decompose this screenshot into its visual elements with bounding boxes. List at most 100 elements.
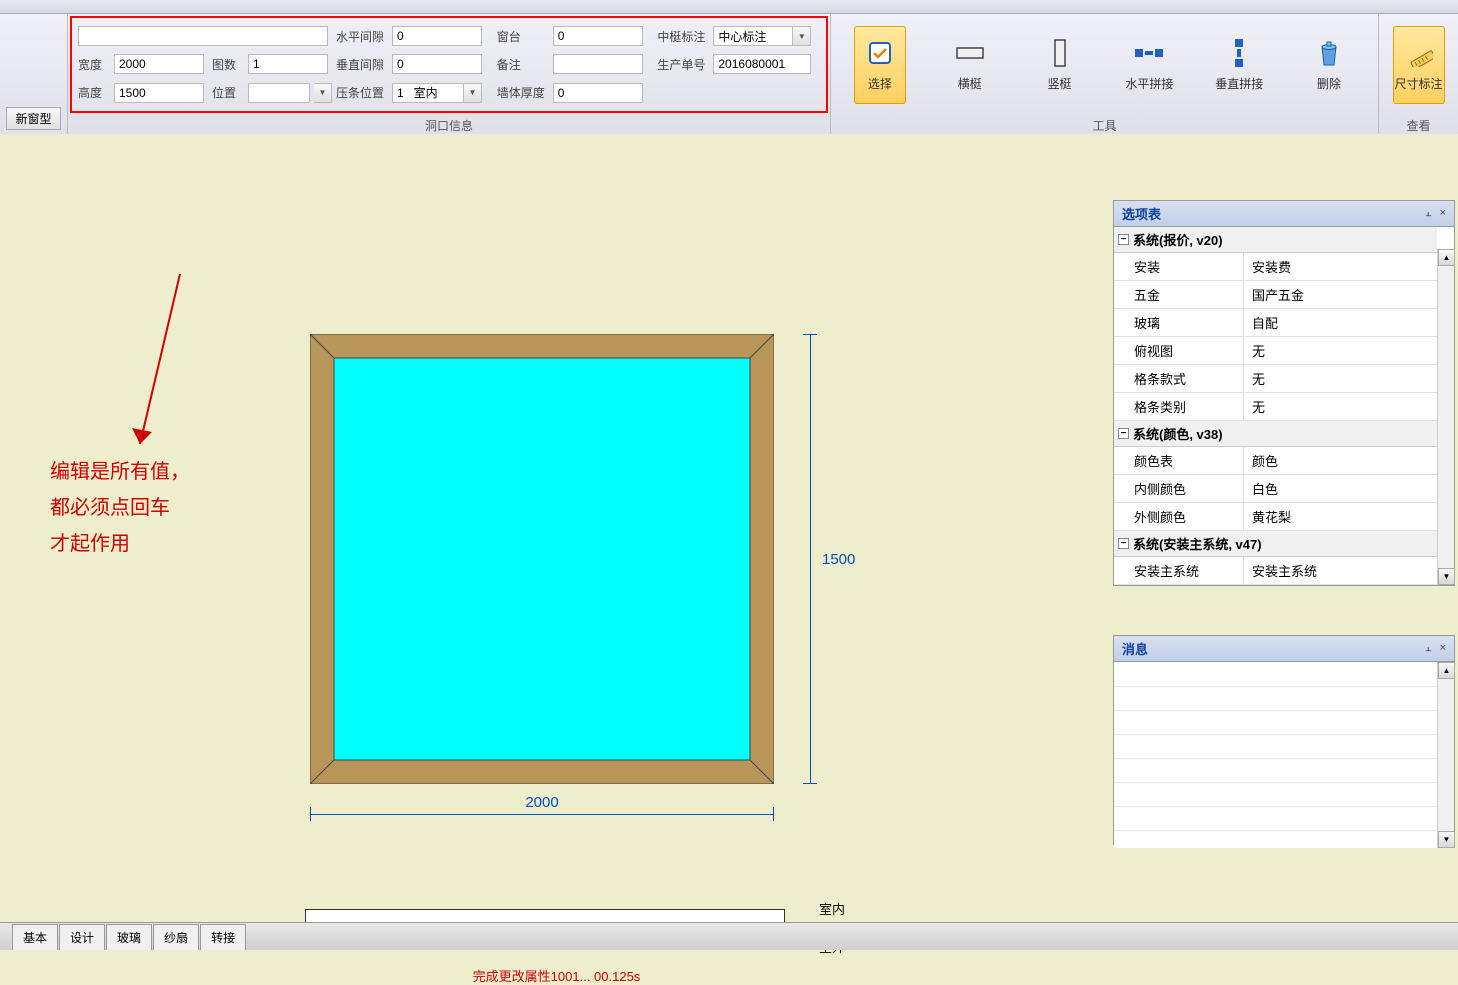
position-label: 位置: [212, 84, 244, 101]
ribbon: 新窗型 宽度 图数 高度: [0, 14, 1458, 134]
prop-row[interactable]: 安装安装费: [1114, 253, 1437, 281]
width-label: 宽度: [78, 56, 110, 73]
remark-input[interactable]: [553, 54, 643, 74]
prop-val[interactable]: 国产五金: [1244, 281, 1437, 308]
prop-val[interactable]: 无: [1244, 393, 1437, 420]
status-message: 完成更改属性1001... 00.125s: [0, 966, 1113, 985]
prop-key: 玻璃: [1114, 309, 1244, 336]
prop-val[interactable]: 颜色: [1244, 447, 1437, 474]
prop-val[interactable]: 安装费: [1244, 253, 1437, 280]
pin-icon[interactable]: ⫠: [1425, 642, 1432, 655]
select-tool-button[interactable]: 选择: [854, 26, 906, 104]
prop-row[interactable]: 安装主系统安装主系统: [1114, 557, 1437, 585]
prop-row[interactable]: 格条款式无: [1114, 365, 1437, 393]
tab-design[interactable]: 设计: [59, 924, 105, 950]
scroll-down-icon[interactable]: ▼: [1438, 831, 1455, 848]
h-join-button[interactable]: 水平拼接: [1123, 26, 1175, 104]
prop-val[interactable]: 黄花梨: [1244, 503, 1437, 530]
close-icon[interactable]: ×: [1440, 642, 1446, 655]
prop-row[interactable]: 颜色表颜色: [1114, 447, 1437, 475]
height-dim-value: 1500: [822, 551, 855, 568]
view-group: 尺寸标注 查看: [1378, 14, 1458, 134]
prop-val[interactable]: 白色: [1244, 475, 1437, 502]
prop-key: 内侧颜色: [1114, 475, 1244, 502]
dim-label-text: 尺寸标注: [1394, 75, 1442, 92]
remark-label: 备注: [497, 56, 553, 73]
prop-val[interactable]: 无: [1244, 365, 1437, 392]
prop-row[interactable]: 格条类别无: [1114, 393, 1437, 421]
width-input[interactable]: [114, 54, 204, 74]
vgap-label: 垂直间隙: [336, 56, 392, 73]
select-icon: [864, 37, 896, 69]
prop-val[interactable]: 安装主系统: [1244, 557, 1437, 584]
tab-basic[interactable]: 基本: [12, 924, 58, 950]
h-mullion-icon: [954, 37, 986, 69]
tools-group-label: 工具: [831, 115, 1378, 134]
scroll-down-icon[interactable]: ▼: [1438, 568, 1455, 585]
options-scrollbar[interactable]: ▲ ▼: [1437, 249, 1454, 585]
hgap-input[interactable]: [392, 26, 482, 46]
count-input[interactable]: [248, 54, 328, 74]
options-panel: 选项表 ⫠ × − 系统(报价, v20) 安装安装费五金国产五金玻璃自配俯视图…: [1113, 200, 1455, 586]
height-label: 高度: [78, 84, 110, 101]
tools-group: 选择 横梃 竖梃 水平拼接: [830, 14, 1378, 134]
h-join-icon: [1133, 37, 1165, 69]
scroll-up-icon[interactable]: ▲: [1438, 662, 1455, 679]
height-input[interactable]: [114, 83, 204, 103]
prop-group-color[interactable]: − 系统(颜色, v38): [1114, 421, 1437, 447]
scroll-up-icon[interactable]: ▲: [1438, 249, 1455, 266]
hole-info-wrapper: 宽度 图数 高度 位置 ▼ 水平间: [68, 14, 830, 134]
v-join-button[interactable]: 垂直拼接: [1213, 26, 1265, 104]
close-icon[interactable]: ×: [1440, 207, 1446, 220]
select-tool-label: 选择: [868, 75, 892, 92]
prop-row[interactable]: 俯视图无: [1114, 337, 1437, 365]
tab-corner[interactable]: 转接: [200, 924, 246, 950]
prop-val[interactable]: 无: [1244, 337, 1437, 364]
prop-row[interactable]: 外侧颜色黄花梨: [1114, 503, 1437, 531]
height-dimension: 1500: [790, 334, 870, 784]
collapse-icon[interactable]: −: [1118, 234, 1129, 245]
h-mullion-button[interactable]: 横梃: [944, 26, 996, 104]
prop-row[interactable]: 玻璃自配: [1114, 309, 1437, 337]
centermark-input[interactable]: [713, 26, 793, 46]
beadpos-label: 压条位置: [336, 84, 392, 101]
centermark-dropdown-icon[interactable]: ▼: [793, 26, 811, 46]
tab-glass[interactable]: 玻璃: [106, 924, 152, 950]
tab-sash[interactable]: 纱扇: [153, 924, 199, 950]
position-input[interactable]: [248, 83, 310, 103]
messages-body: ▲ ▼: [1114, 662, 1454, 848]
view-group-label: 查看: [1379, 115, 1458, 134]
prop-val[interactable]: 自配: [1244, 309, 1437, 336]
position-dropdown-icon[interactable]: ▼: [314, 83, 332, 103]
vgap-input[interactable]: [392, 54, 482, 74]
trash-icon: [1313, 37, 1345, 69]
collapse-icon[interactable]: −: [1118, 428, 1129, 439]
new-window-group: 新窗型: [0, 14, 68, 134]
hole-info-group-label: 洞口信息: [68, 115, 830, 134]
prop-row[interactable]: 内侧颜色白色: [1114, 475, 1437, 503]
prop-group-quote[interactable]: − 系统(报价, v20): [1114, 227, 1437, 253]
prodorder-label: 生产单号: [657, 56, 713, 73]
collapse-icon[interactable]: −: [1118, 538, 1129, 549]
messages-scrollbar[interactable]: ▲ ▼: [1437, 662, 1454, 848]
prop-group-install[interactable]: − 系统(安装主系统, v47): [1114, 531, 1437, 557]
dimension-label-button[interactable]: 尺寸标注: [1393, 26, 1445, 104]
centermark-label: 中梃标注: [657, 28, 713, 45]
top-blank-input[interactable]: [78, 26, 328, 46]
prop-row[interactable]: 五金国产五金: [1114, 281, 1437, 309]
window-drawing[interactable]: [310, 334, 774, 784]
beadpos-dropdown-icon[interactable]: ▼: [464, 83, 482, 103]
delete-button[interactable]: 删除: [1303, 26, 1355, 104]
beadpos-input[interactable]: [392, 83, 464, 103]
prop-key: 格条款式: [1114, 365, 1244, 392]
sill-label: 窗台: [497, 28, 553, 45]
new-window-button[interactable]: 新窗型: [6, 107, 60, 130]
prodorder-input[interactable]: [713, 54, 811, 74]
h-mullion-label: 横梃: [958, 75, 982, 92]
count-label: 图数: [212, 56, 244, 73]
pin-icon[interactable]: ⫠: [1425, 207, 1432, 220]
wallthick-input[interactable]: [553, 83, 643, 103]
v-mullion-button[interactable]: 竖梃: [1034, 26, 1086, 104]
annotation-text: 编辑是所有值， 都必须点回车 才起作用: [50, 454, 190, 562]
sill-input[interactable]: [553, 26, 643, 46]
